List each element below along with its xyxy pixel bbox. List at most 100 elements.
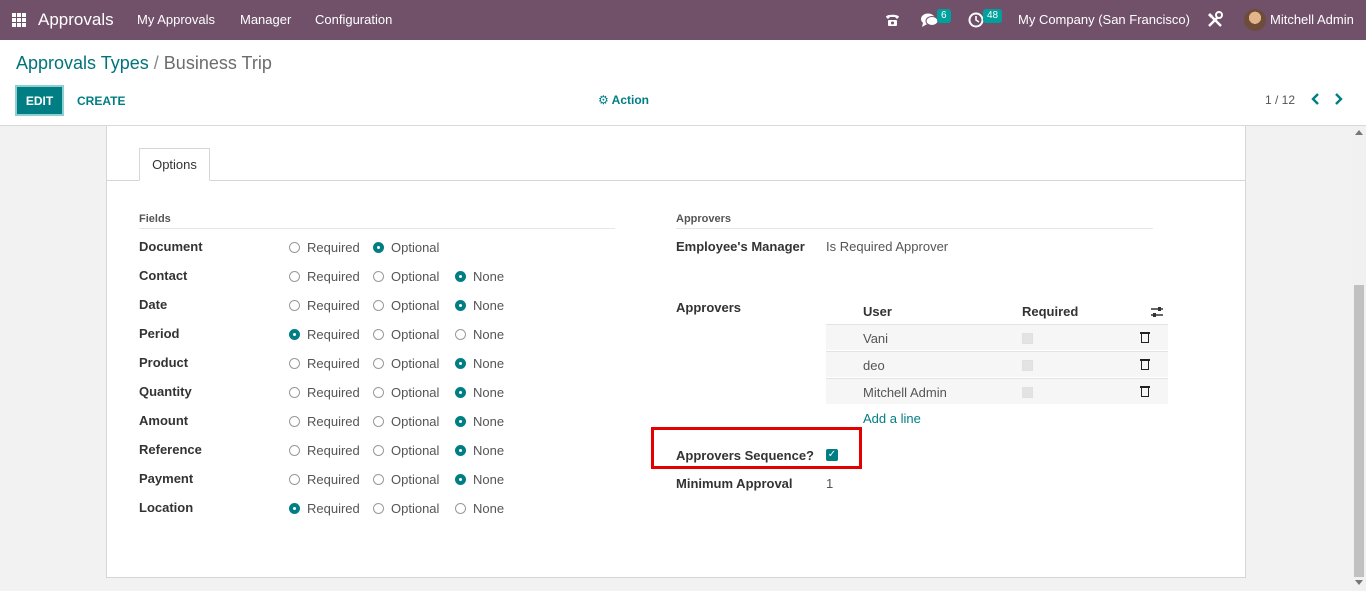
table-row[interactable]: Mitchell Admin bbox=[826, 378, 1168, 404]
radio-circle-icon[interactable] bbox=[373, 416, 384, 427]
user-avatar[interactable] bbox=[1244, 9, 1266, 31]
radio-none[interactable]: None bbox=[455, 414, 504, 429]
approver-user-cell[interactable]: Vani bbox=[863, 331, 888, 346]
radio-circle-icon[interactable] bbox=[455, 329, 466, 340]
optional-columns-toggle-icon[interactable] bbox=[1150, 306, 1164, 321]
debug-tools-icon[interactable] bbox=[1206, 11, 1224, 32]
phone-icon[interactable] bbox=[884, 11, 901, 31]
action-dropdown[interactable]: ⚙ Action bbox=[598, 93, 649, 107]
radio-none[interactable]: None bbox=[455, 327, 504, 342]
scrollbar-thumb[interactable] bbox=[1354, 285, 1364, 577]
menu-configuration[interactable]: Configuration bbox=[315, 12, 392, 27]
radio-circle-icon[interactable] bbox=[373, 358, 384, 369]
scroll-up-arrow-icon[interactable] bbox=[1355, 130, 1363, 135]
radio-circle-icon[interactable] bbox=[373, 271, 384, 282]
radio-circle-icon[interactable] bbox=[373, 445, 384, 456]
radio-required[interactable]: Required bbox=[289, 327, 360, 342]
pager-next-chevron-right-icon[interactable] bbox=[1333, 92, 1343, 108]
radio-none[interactable]: None bbox=[455, 298, 504, 313]
breadcrumb-parent[interactable]: Approvals Types bbox=[16, 53, 149, 73]
radio-none[interactable]: None bbox=[455, 385, 504, 400]
radio-circle-icon[interactable] bbox=[455, 416, 466, 427]
table-row[interactable]: Vani bbox=[826, 324, 1168, 350]
required-checkbox[interactable] bbox=[1022, 333, 1033, 344]
radio-optional[interactable]: Optional bbox=[373, 298, 439, 313]
radio-optional[interactable]: Optional bbox=[373, 472, 439, 487]
radio-circle-icon[interactable] bbox=[455, 358, 466, 369]
create-button[interactable]: CREATE bbox=[77, 94, 125, 108]
radio-optional[interactable]: Optional bbox=[373, 414, 439, 429]
radio-circle-icon[interactable] bbox=[455, 503, 466, 514]
radio-optional[interactable]: Optional bbox=[373, 443, 439, 458]
radio-optional[interactable]: Optional bbox=[373, 327, 439, 342]
radio-circle-icon[interactable] bbox=[455, 271, 466, 282]
radio-required[interactable]: Required bbox=[289, 414, 360, 429]
radio-circle-icon[interactable] bbox=[373, 300, 384, 311]
radio-none[interactable]: None bbox=[455, 472, 504, 487]
radio-required[interactable]: Required bbox=[289, 443, 360, 458]
radio-optional[interactable]: Optional bbox=[373, 501, 439, 516]
radio-circle-icon[interactable] bbox=[289, 271, 300, 282]
radio-circle-icon[interactable] bbox=[373, 474, 384, 485]
required-checkbox[interactable] bbox=[1022, 360, 1033, 371]
scroll-down-arrow-icon[interactable] bbox=[1355, 580, 1363, 585]
radio-none[interactable]: None bbox=[455, 443, 504, 458]
radio-required[interactable]: Required bbox=[289, 385, 360, 400]
radio-required[interactable]: Required bbox=[289, 240, 360, 255]
radio-required[interactable]: Required bbox=[289, 269, 360, 284]
radio-circle-icon[interactable] bbox=[455, 474, 466, 485]
radio-optional[interactable]: Optional bbox=[373, 269, 439, 284]
approver-user-cell[interactable]: Mitchell Admin bbox=[863, 385, 947, 400]
radio-circle-icon[interactable] bbox=[289, 416, 300, 427]
edit-button[interactable]: EDIT bbox=[15, 85, 64, 116]
radio-none[interactable]: None bbox=[455, 269, 504, 284]
pager-value[interactable]: 1 / 12 bbox=[1265, 93, 1295, 107]
radio-circle-icon[interactable] bbox=[289, 300, 300, 311]
radio-circle-icon[interactable] bbox=[373, 503, 384, 514]
radio-required[interactable]: Required bbox=[289, 356, 360, 371]
radio-circle-icon[interactable] bbox=[289, 242, 300, 253]
radio-label: Required bbox=[307, 472, 360, 487]
minimum-approval-value[interactable]: 1 bbox=[826, 476, 833, 491]
required-checkbox[interactable] bbox=[1022, 387, 1033, 398]
radio-circle-icon[interactable] bbox=[455, 300, 466, 311]
delete-trash-icon[interactable] bbox=[1140, 385, 1150, 397]
delete-trash-icon[interactable] bbox=[1140, 331, 1150, 343]
employee-manager-value[interactable]: Is Required Approver bbox=[826, 239, 948, 254]
apps-menu-icon[interactable] bbox=[12, 13, 26, 27]
radio-circle-icon[interactable] bbox=[373, 329, 384, 340]
approver-user-cell[interactable]: deo bbox=[863, 358, 885, 373]
user-menu[interactable]: Mitchell Admin bbox=[1270, 12, 1354, 27]
radio-required[interactable]: Required bbox=[289, 298, 360, 313]
delete-trash-icon[interactable] bbox=[1140, 358, 1150, 370]
tab-options[interactable]: Options bbox=[139, 148, 210, 181]
menu-manager[interactable]: Manager bbox=[240, 12, 291, 27]
menu-my-approvals[interactable]: My Approvals bbox=[137, 12, 215, 27]
table-row[interactable]: deo bbox=[826, 351, 1168, 377]
radio-circle-icon[interactable] bbox=[289, 387, 300, 398]
radio-circle-icon[interactable] bbox=[373, 242, 384, 253]
pager-previous-chevron-left-icon[interactable] bbox=[1311, 92, 1321, 108]
add-a-line-link[interactable]: Add a line bbox=[863, 411, 921, 426]
radio-circle-icon[interactable] bbox=[289, 358, 300, 369]
radio-circle-icon[interactable] bbox=[289, 329, 300, 340]
radio-none[interactable]: None bbox=[455, 501, 504, 516]
radio-optional[interactable]: Optional bbox=[373, 356, 439, 371]
radio-optional[interactable]: Optional bbox=[373, 385, 439, 400]
radio-circle-icon[interactable] bbox=[455, 387, 466, 398]
radio-circle-icon[interactable] bbox=[373, 387, 384, 398]
radio-required[interactable]: Required bbox=[289, 472, 360, 487]
radio-optional[interactable]: Optional bbox=[373, 240, 439, 255]
radio-none[interactable]: None bbox=[455, 356, 504, 371]
column-header-required[interactable]: Required bbox=[1022, 304, 1078, 319]
radio-circle-icon[interactable] bbox=[455, 445, 466, 456]
company-switcher[interactable]: My Company (San Francisco) bbox=[1018, 12, 1190, 27]
radio-circle-icon[interactable] bbox=[289, 503, 300, 514]
approvers-sequence-checkbox[interactable]: ✓ bbox=[826, 449, 838, 461]
app-name[interactable]: Approvals bbox=[38, 10, 114, 30]
radio-circle-icon[interactable] bbox=[289, 474, 300, 485]
column-header-user[interactable]: User bbox=[863, 304, 892, 319]
activities-clock-icon[interactable] bbox=[968, 12, 984, 31]
radio-circle-icon[interactable] bbox=[289, 445, 300, 456]
radio-required[interactable]: Required bbox=[289, 501, 360, 516]
